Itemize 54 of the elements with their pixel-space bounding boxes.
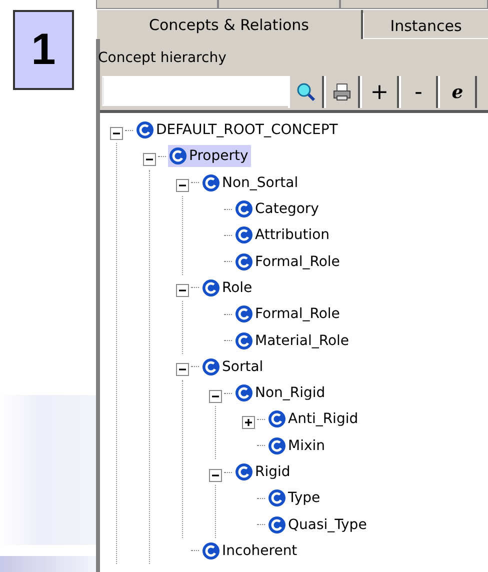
tab[interactable]: Instances [363,13,488,39]
concept-icon [235,200,253,218]
tree-item[interactable]: Incoherent [201,540,300,562]
concept-icon [136,121,154,140]
concept-icon [268,489,286,508]
print-button[interactable] [324,76,360,108]
tree-item[interactable]: Type [267,487,324,510]
tree-item[interactable]: Non_Rigid [234,382,328,404]
toolbar-button[interactable]: + [360,76,399,108]
minus-icon[interactable] [176,179,189,192]
minus-icon[interactable] [176,284,189,298]
concept-icon [235,384,253,402]
printer-icon [332,82,352,102]
panel-title: Concept hierarchy [98,49,228,68]
plus-icon[interactable] [242,416,255,429]
concept-icon [268,410,286,428]
concept-icon [169,147,187,166]
tree-item[interactable]: Rigid [234,461,294,483]
tree-item[interactable]: Formal_Role [234,303,343,326]
concept-icon [235,252,253,271]
concept-icon [235,463,253,481]
tree-item[interactable]: Attribution [234,224,333,246]
toolbar-button[interactable]: - [399,76,438,108]
search-field[interactable] [102,76,288,106]
tree-item[interactable]: Formal_Role [234,250,343,273]
concept-icon [202,174,220,192]
tree-item[interactable]: DEFAULT_ROOT_CONCEPT [135,119,341,142]
concept-icon [268,516,286,534]
tree-item[interactable]: Non_Sortal [201,172,302,194]
tree-item[interactable]: Sortal [201,356,266,378]
search-button[interactable] [288,76,324,108]
minus-icon[interactable] [209,468,222,482]
tree-item[interactable]: Category [234,198,322,220]
tree-item[interactable]: Role [201,276,256,299]
toolbar-button[interactable]: e [438,76,477,108]
concept-icon [202,278,220,297]
tree-item[interactable]: Property [168,145,252,168]
tree-item[interactable]: Anti_Rigid [267,408,362,430]
concept-icon [202,542,220,560]
concept-icon [268,436,286,455]
minus-icon[interactable] [143,152,156,166]
concept-icon [202,358,220,376]
minus-icon[interactable] [209,390,222,403]
minus-icon[interactable] [176,363,189,376]
tree-item[interactable]: Material_Role [234,330,352,352]
search-icon [296,82,316,102]
tree-item[interactable]: Mixin [267,434,328,457]
minus-icon[interactable] [110,126,123,140]
concept-icon [235,332,253,350]
tree-item[interactable]: Quasi_Type [267,514,370,536]
concept-icon [235,305,253,324]
slide-number: 1 [13,10,74,90]
concept-icon [235,226,253,244]
tab[interactable]: Concepts & Relations [96,10,363,39]
